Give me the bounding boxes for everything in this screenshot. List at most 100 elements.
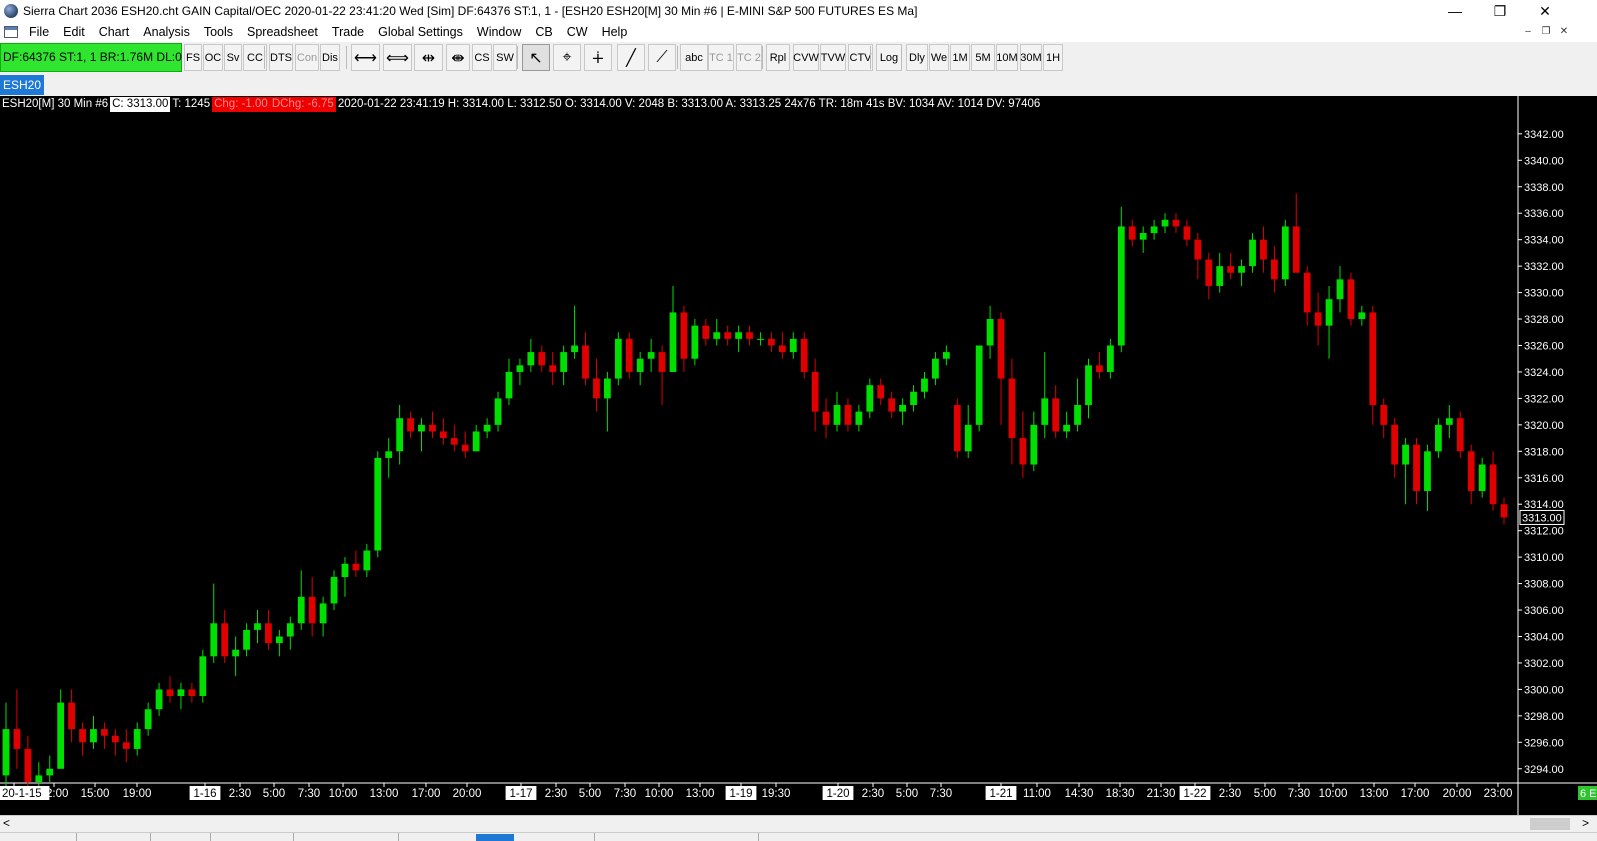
toolbar-tvw-button[interactable]: TVW (820, 44, 846, 71)
toolbar-log-button[interactable]: Log (876, 44, 902, 71)
candle-body (472, 431, 480, 452)
time-tick-label: 5:00 (263, 788, 285, 800)
document-icon[interactable] (4, 26, 18, 38)
toolbar-30m-button[interactable]: 30M (1020, 44, 1042, 71)
toolbar-ray-button[interactable]: ⟋ (648, 44, 676, 71)
connection-status-box[interactable]: DF:64376 ST:1, 1 BR:1.76M DL:0 (0, 43, 182, 72)
menu-chart[interactable]: Chart (92, 22, 137, 42)
toolbar-con-button[interactable]: Con (295, 44, 319, 71)
candle-body (746, 332, 753, 339)
time-tick-label: 7:30 (298, 788, 320, 800)
toolbar-fs-button[interactable]: FS (184, 44, 202, 71)
time-tick-label: 2:30 (229, 788, 251, 800)
toolbar-sw-button[interactable]: SW (493, 44, 517, 71)
toolbar-snap-button[interactable]: ∔ (584, 44, 612, 71)
mdi-minimize-button[interactable]: – (1520, 24, 1536, 38)
price-tick-label: 3322.00 (1524, 393, 1564, 405)
toolbar-10m-button[interactable]: 10M (996, 44, 1018, 71)
scroll-left-arrow[interactable]: < (3, 816, 10, 830)
mdi-close-button[interactable]: ✕ (1556, 24, 1572, 38)
toolbar-line-button[interactable]: ╱ (617, 44, 645, 71)
menu-cb[interactable]: CB (528, 22, 559, 42)
candle-body (888, 398, 896, 412)
status-divider (150, 833, 151, 841)
chart-window[interactable]: ESH20[M] 30 Min #6 C: 3313.00 T: 1245 Ch… (0, 96, 1597, 815)
candle-body (1074, 405, 1081, 425)
candle-body (778, 345, 786, 353)
toolbar-dts-button[interactable]: DTS (269, 44, 293, 71)
candlestick-chart[interactable]: 3342.00 3340.00 3338.00 3336.00 3334.00 3332.… (0, 96, 1597, 815)
menu-window[interactable]: Window (470, 22, 528, 42)
status-bar (0, 832, 1597, 841)
menu-spreadsheet[interactable]: Spreadsheet (240, 22, 325, 42)
menu-global-settings[interactable]: Global Settings (371, 22, 470, 42)
candle-body (429, 424, 436, 432)
candle-body (297, 596, 305, 624)
candle-body (1052, 398, 1060, 432)
candle-body (1249, 239, 1256, 267)
candle-body (265, 623, 272, 644)
price-tick-label: 3304.00 (1524, 631, 1564, 643)
horizontal-scrollbar[interactable]: < > (0, 815, 1597, 832)
candle-body (1117, 226, 1125, 346)
toolbar-replay-button[interactable]: Rpl (766, 44, 790, 71)
scroll-thumb[interactable] (1530, 818, 1570, 830)
toolbar-cross-button[interactable]: ⌖ (553, 44, 581, 71)
menu-edit[interactable]: Edit (56, 22, 92, 42)
maximize-button[interactable]: ❐ (1477, 0, 1523, 22)
candle-body (1358, 312, 1366, 320)
price-tick-label: 3340.00 (1524, 155, 1564, 167)
toolbar-text-button[interactable]: abc (680, 44, 708, 71)
date-marker-label: 1-22 (1183, 788, 1206, 800)
minimize-button[interactable]: — (1432, 0, 1478, 22)
menu-file[interactable]: File (22, 22, 56, 42)
price-tick-label: 3320.00 (1524, 420, 1564, 432)
toolbar-pointer-button[interactable]: ↖ (522, 44, 550, 71)
candle-body (647, 352, 655, 359)
time-tick-label: 19:00 (123, 788, 152, 800)
toolbar-fit-button[interactable]: ⟺ (383, 44, 412, 71)
candle-body (1183, 226, 1191, 240)
candle-body (1205, 259, 1213, 286)
toolbar-tc1-button[interactable]: TC 1 (708, 44, 734, 71)
tab-esh20[interactable]: ESH20 (0, 75, 45, 95)
toolbar-zoom-h-button[interactable]: ⟷ (351, 44, 380, 71)
menu-tools[interactable]: Tools (197, 22, 240, 42)
candle-body (254, 623, 261, 630)
candle-body (953, 405, 961, 452)
mdi-restore-button[interactable]: ❐ (1538, 24, 1554, 38)
candle-body (243, 629, 250, 650)
menu-help[interactable]: Help (595, 22, 635, 42)
menu-analysis[interactable]: Analysis (136, 22, 197, 42)
candle-body (866, 385, 874, 412)
candle-body (461, 444, 469, 452)
toolbar-1m-button[interactable]: 1M (950, 44, 970, 71)
scroll-right-arrow[interactable]: > (1582, 816, 1589, 830)
time-tick-label: 18:30 (1106, 788, 1135, 800)
date-marker-label: 1-19 (729, 788, 752, 800)
candle-body (450, 438, 458, 445)
candle-body (516, 365, 524, 372)
menu-cw[interactable]: CW (560, 22, 595, 42)
toolbar-separator (517, 46, 518, 69)
time-tick-label: 21:30 (1147, 788, 1176, 800)
candle-body (603, 378, 611, 399)
toolbar-cvw-button[interactable]: CVW (793, 44, 819, 71)
toolbar-weekly-button[interactable]: We (929, 44, 949, 71)
toolbar-crosshair-width-button[interactable]: ⇹ (414, 44, 443, 71)
candle-body (1085, 365, 1092, 406)
close-button[interactable]: ✕ (1522, 0, 1568, 22)
candle-body (319, 603, 327, 624)
toolbar-sv-button[interactable]: Sv (224, 44, 242, 71)
menu-trade[interactable]: Trade (325, 22, 371, 42)
toolbar-1h-button[interactable]: 1H (1043, 44, 1063, 71)
toolbar-dis-button[interactable]: Dis (320, 44, 340, 71)
toolbar-daily-button[interactable]: Dly (906, 44, 928, 71)
time-tick-label: 15:00 (81, 788, 110, 800)
toolbar-oc-button[interactable]: OC (203, 44, 223, 71)
candle-body (1008, 378, 1016, 439)
toolbar-tc2-button[interactable]: TC 2 (736, 44, 762, 71)
toolbar-scale-button[interactable]: ⇼ (446, 44, 470, 71)
toolbar-cs-button[interactable]: CS (472, 44, 492, 71)
toolbar-5m-button[interactable]: 5M (971, 44, 995, 71)
